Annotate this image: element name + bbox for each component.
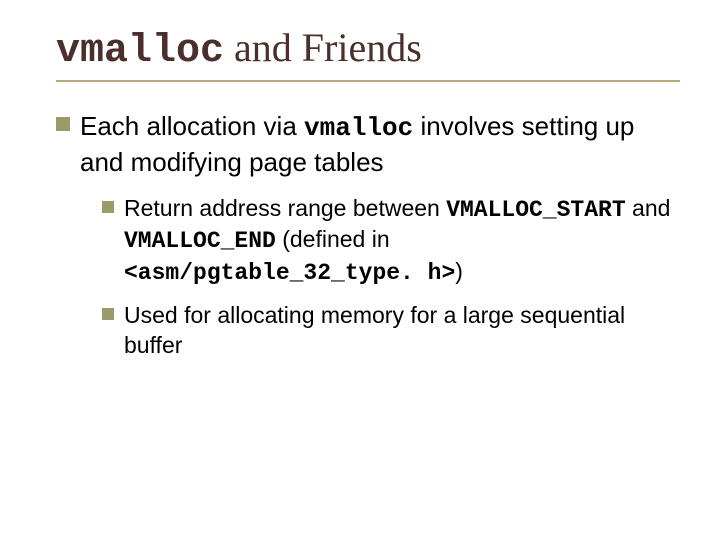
square-bullet-icon [56,117,70,131]
slide: vmalloc and Friends Each allocation via … [0,0,720,540]
text-fragment: Return address range between [124,195,446,221]
bullet-level2: Used for allocating memory for a large s… [102,301,680,361]
text-fragment: (defined in [276,226,390,252]
text-fragment: and [626,195,671,221]
code-fragment: vmalloc [304,113,413,143]
bullet-text: Return address range between VMALLOC_STA… [124,194,672,290]
square-bullet-icon [102,308,114,320]
code-fragment: VMALLOC_END [124,228,276,254]
text-fragment: Each allocation via [80,111,304,141]
bullet-level2: Return address range between VMALLOC_STA… [102,194,680,290]
code-fragment: <asm/pgtable_32_type. h> [124,260,455,286]
title-rest: and Friends [224,25,422,70]
slide-title: vmalloc and Friends [56,24,680,74]
text-fragment: ) [455,258,463,284]
code-fragment: VMALLOC_START [446,197,625,223]
square-bullet-icon [102,201,114,213]
bullet-text: Each allocation via vmalloc involves set… [80,110,672,180]
title-code: vmalloc [56,29,224,74]
bullet-text: Used for allocating memory for a large s… [124,301,672,361]
title-underline [56,80,680,82]
bullet-level1: Each allocation via vmalloc involves set… [56,110,680,180]
